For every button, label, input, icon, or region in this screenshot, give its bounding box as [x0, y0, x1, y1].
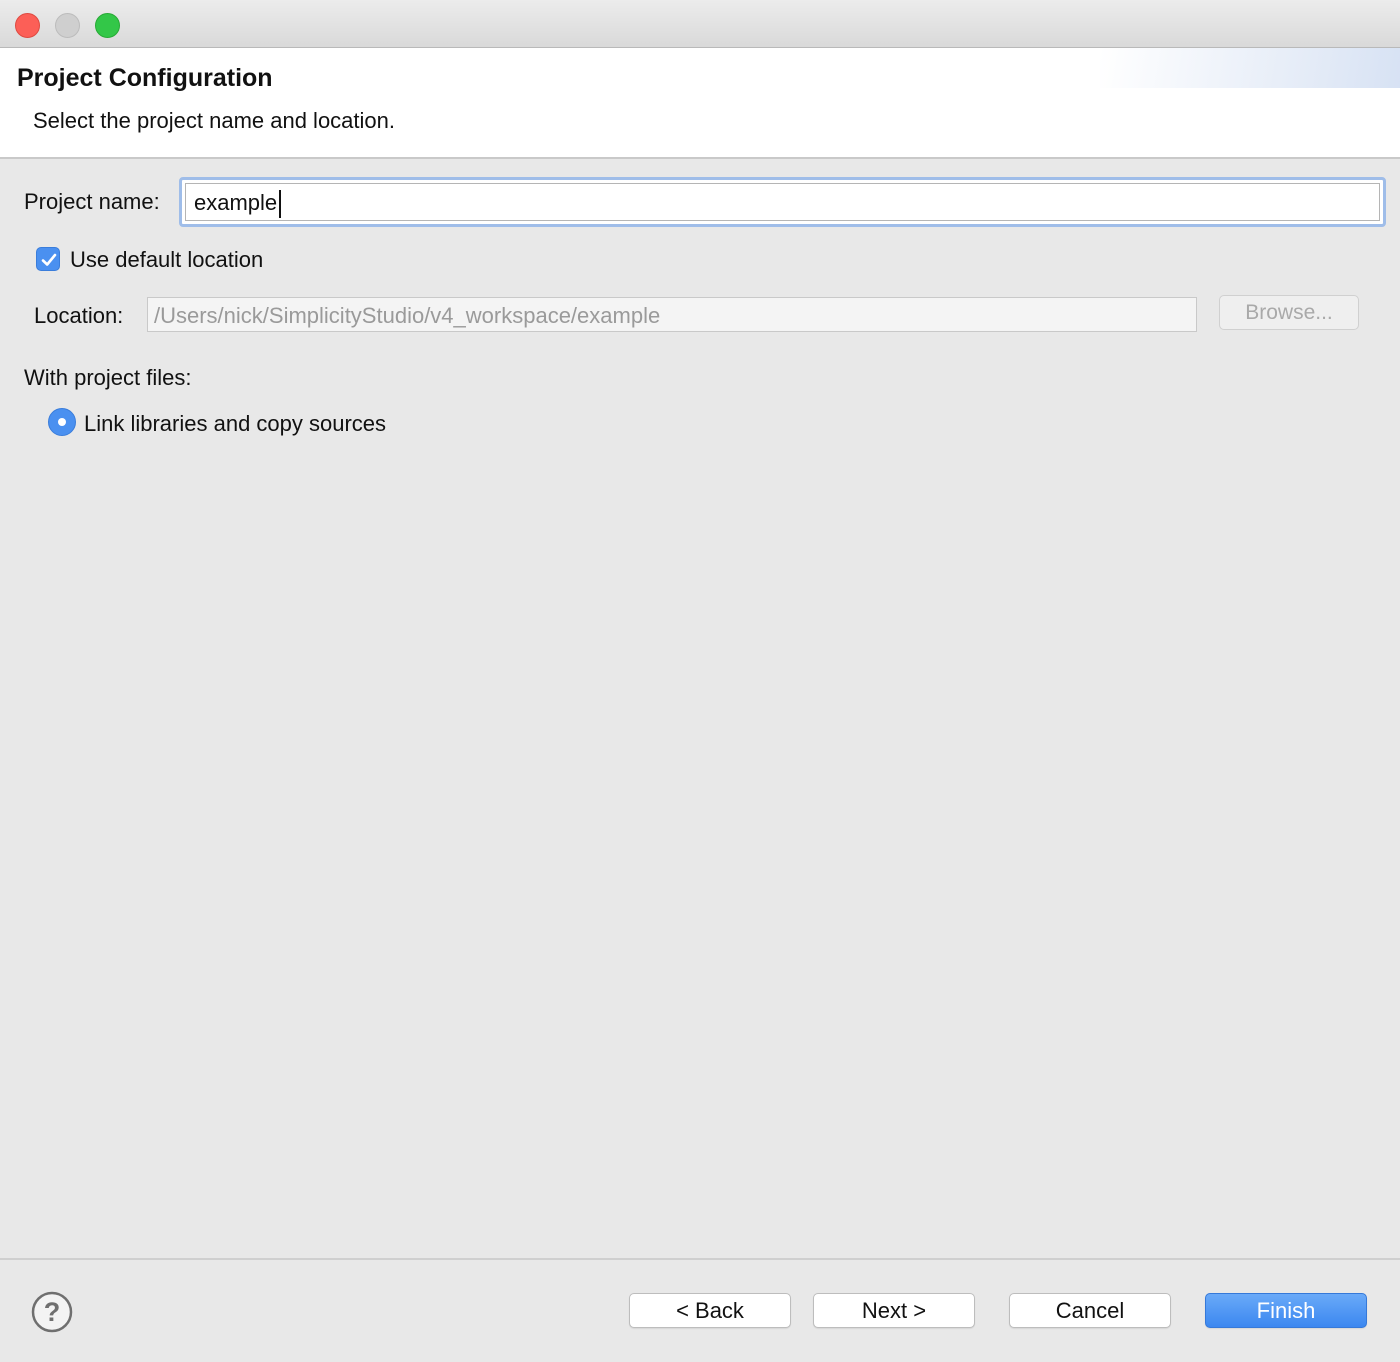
back-button[interactable]: < Back — [629, 1293, 791, 1328]
wizard-header: Project Configuration Select the project… — [0, 48, 1400, 159]
location-input — [147, 297, 1197, 332]
page-title: Project Configuration — [17, 64, 273, 92]
question-mark-icon[interactable]: ? — [31, 1291, 73, 1333]
cancel-button[interactable]: Cancel — [1009, 1293, 1171, 1328]
title-bar[interactable] — [0, 0, 1400, 48]
project-name-label: Project name: — [24, 189, 160, 214]
footer-divider — [0, 1258, 1400, 1260]
close-window-button[interactable] — [15, 13, 40, 38]
link-libraries-radio[interactable] — [48, 408, 76, 436]
use-default-location-checkbox[interactable] — [36, 247, 60, 271]
project-name-focus-ring — [179, 177, 1386, 227]
zoom-window-button[interactable] — [95, 13, 120, 38]
text-caret — [279, 190, 281, 218]
svg-text:?: ? — [44, 1297, 61, 1327]
location-label: Location: — [34, 303, 124, 328]
project-files-label: With project files: — [24, 365, 192, 390]
minimize-window-button[interactable] — [55, 13, 80, 38]
checkmark-icon — [41, 253, 57, 266]
browse-button: Browse... — [1219, 295, 1359, 330]
wizard-window: Project Configuration Select the project… — [0, 0, 1400, 1362]
page-subtitle: Select the project name and location. — [33, 108, 396, 133]
project-name-input[interactable] — [185, 183, 1380, 221]
use-default-location-label[interactable]: Use default location — [70, 247, 263, 273]
banner-decoration — [1100, 48, 1400, 88]
finish-button[interactable]: Finish — [1205, 1293, 1367, 1328]
link-libraries-radio-label[interactable]: Link libraries and copy sources — [84, 411, 386, 437]
next-button[interactable]: Next > — [813, 1293, 975, 1328]
